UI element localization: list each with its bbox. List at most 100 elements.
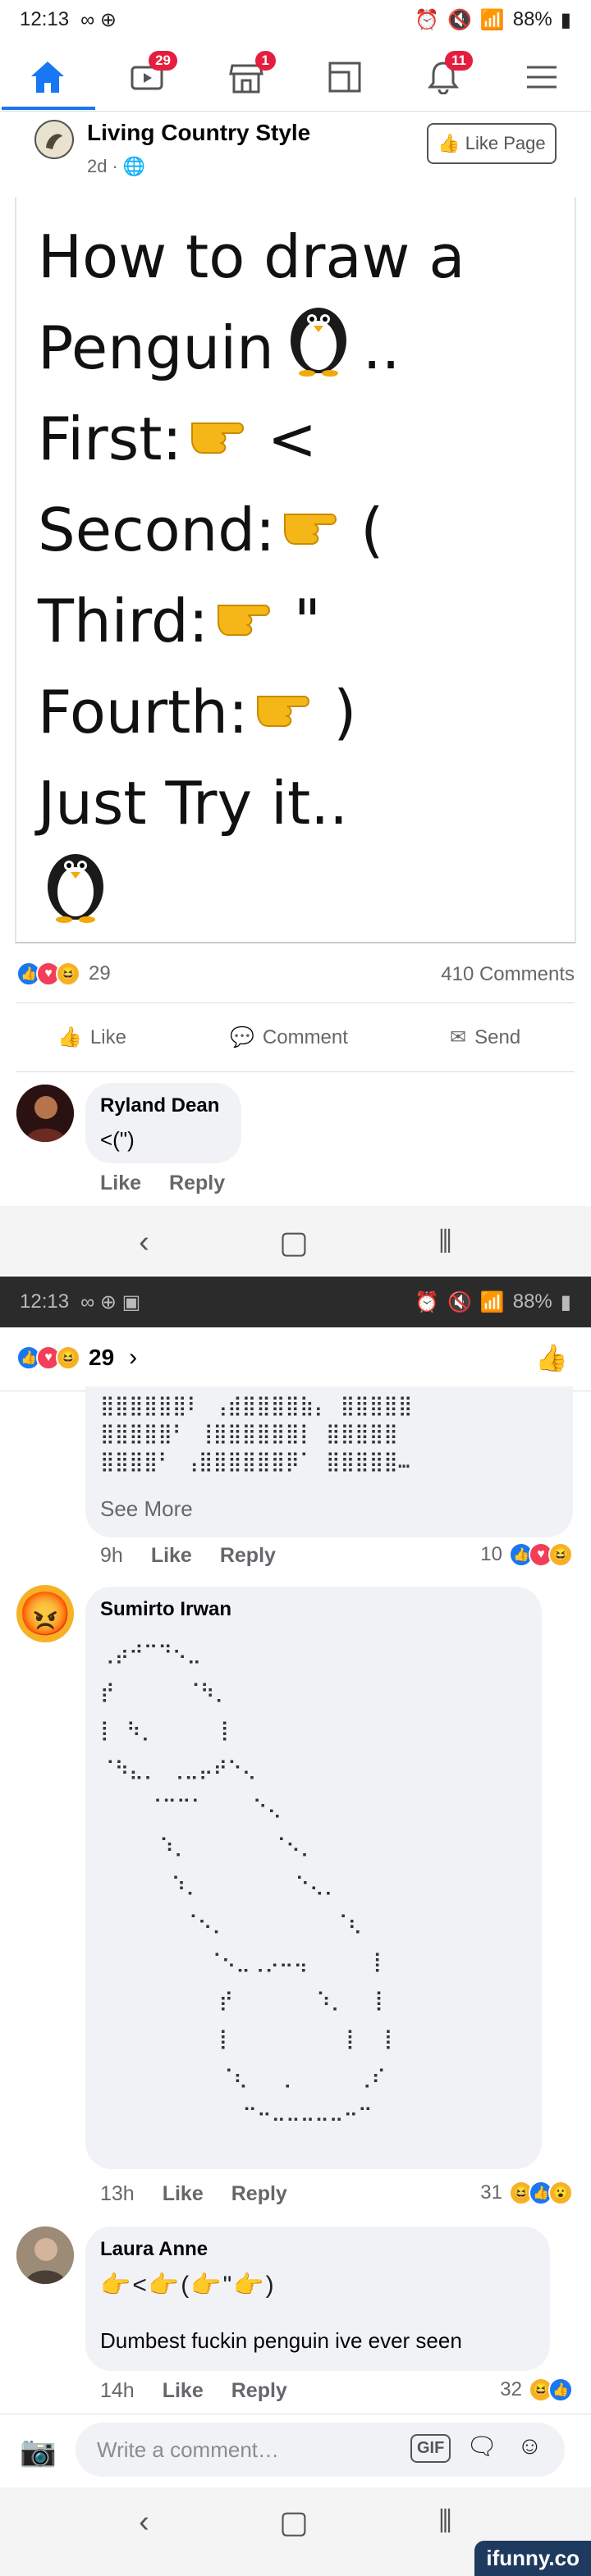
chevron-right-icon: ›	[129, 1344, 138, 1371]
messenger-icon: ✉	[450, 1026, 467, 1048]
battery-icon: ▮	[560, 1290, 571, 1313]
comment-actions: 13h Like Reply	[100, 2182, 287, 2206]
see-more-link[interactable]: See More	[100, 1496, 193, 1522]
post-time: 2d	[87, 156, 108, 176]
avatar[interactable]	[16, 1085, 74, 1142]
haha-reaction-icon: 😆	[56, 961, 80, 986]
gif-button[interactable]: GIF	[410, 2434, 451, 2463]
avatar[interactable]	[16, 2227, 74, 2284]
camera-icon[interactable]: 📷	[20, 2434, 57, 2469]
thumbs-up-icon[interactable]: 👍	[535, 1342, 568, 1373]
recents-icon[interactable]: ⦀	[438, 1225, 452, 1260]
back-icon[interactable]: ‹	[139, 2505, 149, 2540]
comment-reply-button[interactable]: Reply	[231, 2182, 287, 2206]
reaction-summary[interactable]: 👍 ♥ 😆 29 ›	[16, 1344, 137, 1372]
marketplace-tab[interactable]: 1	[222, 51, 276, 102]
comment-reactions[interactable]: 31 😆 👍 😮	[480, 2181, 573, 2205]
post-line-5: Third: "	[38, 576, 580, 667]
pointing-hand-icon: 👉	[190, 2272, 222, 2299]
comment-time: 14h	[100, 2379, 135, 2402]
user-photo-icon	[16, 1085, 74, 1142]
home-circle-icon[interactable]: ▢	[279, 2504, 309, 2541]
angry-face-icon: 😡	[18, 1590, 72, 1638]
post-line-7: Just Try it..	[38, 769, 348, 838]
page-name[interactable]: Living Country Style	[87, 120, 310, 146]
home-tab[interactable]	[23, 53, 72, 102]
status-icons-right: ⏰ 🔇 📶 88% ▮	[415, 8, 571, 32]
home-icon	[31, 62, 64, 93]
comment-actions: Like Reply	[100, 1172, 225, 1195]
pointing-hand-icon	[254, 667, 327, 758]
divider	[16, 1071, 575, 1072]
status-bar: 12:13 ∞ ⊕ ⏰ 🔇 📶 88% ▮	[0, 0, 591, 39]
wifi-icon: 📶	[479, 8, 505, 31]
avatar[interactable]: 😡	[16, 1585, 74, 1642]
battery-text: 88%	[512, 8, 552, 30]
comment-actions: 9h Like Reply	[100, 1544, 276, 1568]
recents-icon[interactable]: ⦀	[438, 2505, 452, 2540]
reaction-count: 29	[89, 1345, 115, 1370]
comment-author[interactable]: Sumirto Irwan	[100, 1598, 231, 1621]
emoji-icon[interactable]: ☺	[517, 2432, 543, 2460]
comment-input-placeholder: Write a comment…	[97, 2437, 280, 2462]
comment-author[interactable]: Ryland Dean	[100, 1094, 219, 1117]
comment-reactions[interactable]: 10 👍 ♥ 😆	[480, 1542, 573, 1567]
alarm-icon: ⏰	[415, 1290, 439, 1313]
notifications-badge: 11	[445, 51, 473, 71]
comment-button[interactable]: 💬 Comment	[230, 1025, 348, 1049]
menu-tab[interactable]	[517, 53, 566, 102]
post-line-1: How to draw a	[38, 222, 465, 291]
system-nav-buttons: ‹ ▢ ⦀	[0, 1209, 591, 1275]
post-header: Living Country Style 2d · 🌐 👍 Like Page	[0, 115, 591, 197]
comment-reply-button[interactable]: Reply	[231, 2379, 287, 2403]
home-circle-icon[interactable]: ▢	[279, 1224, 309, 1261]
comment-input[interactable]: Write a comment… GIF 🗨 ☺	[76, 2423, 565, 2477]
send-button[interactable]: ✉ Send	[450, 1025, 520, 1049]
comment-reactions[interactable]: 32 😆 👍	[500, 2377, 573, 2402]
post-line-2: Penguin ..	[38, 303, 580, 394]
sticker-icon[interactable]: 🗨	[466, 2432, 497, 2461]
like-page-button[interactable]: 👍 Like Page	[427, 123, 557, 164]
comment-bubble: Sumirto Irwan ⢀⡴⠚⠉⠙⠢⣀ ⡞ ⠈⠳⡀ ⡇ ⠳⡀ ⢸ ⠈⠳⣄⡀ …	[85, 1587, 542, 2169]
comment-bubble: ⣿⣿⣿⣿⣿⣿⠇ ⢠⣾⣿⣿⣿⣿⣷⡄ ⣿⣿⣿⣿⣿ ⣿⣿⣿⣿⣿⠃ ⢸⣿⣿⣿⣿⣿⣿⡇ ⣿…	[85, 1386, 573, 1537]
back-icon[interactable]: ‹	[139, 1225, 149, 1260]
comment-like-button[interactable]: Like	[151, 1544, 192, 1568]
post-line-4: Second: (	[38, 485, 580, 576]
post-text-image: How to draw a Penguin .. First: < Second…	[38, 212, 580, 940]
pointing-hand-icon	[189, 394, 261, 485]
comment-like-button[interactable]: Like	[163, 2379, 204, 2403]
reaction-summary[interactable]: 👍 ♥ 😆 29	[16, 961, 111, 986]
comment-like-button[interactable]: Like	[100, 1172, 141, 1195]
mute-icon: 🔇	[447, 1290, 472, 1313]
penguin-icon	[281, 295, 356, 402]
post-line-6: Fourth: )	[38, 667, 580, 758]
comment-author[interactable]: Laura Anne	[100, 2238, 208, 2261]
thumbs-up-icon: 👍	[57, 1026, 82, 1048]
status-time: 12:13	[20, 8, 70, 30]
pointing-hand-icon: 👉	[100, 2272, 131, 2299]
video-badge: 29	[149, 51, 177, 71]
notifications-tab[interactable]: 11	[419, 51, 473, 102]
comment-reaction-count: 32	[500, 2378, 522, 2400]
comment-reply-button[interactable]: Reply	[169, 1172, 225, 1195]
comment-like-button[interactable]: Like	[163, 2182, 204, 2206]
user-photo-icon	[16, 2227, 74, 2284]
comments-count[interactable]: 410 Comments	[441, 963, 575, 986]
pointing-hand-icon	[215, 576, 287, 667]
haha-reaction-icon: 😆	[56, 1345, 80, 1370]
groups-icon	[328, 62, 361, 93]
mute-icon: 🔇	[447, 8, 472, 31]
comments-header: 👍 ♥ 😆 29 › 👍	[0, 1327, 591, 1391]
comment-actions: 14h Like Reply	[100, 2379, 287, 2403]
status-icons-right: ⏰ 🔇 📶 88% ▮	[415, 1290, 571, 1314]
pointing-hand-icon: 👉	[148, 2272, 180, 2299]
like-button[interactable]: 👍 Like	[57, 1025, 126, 1049]
video-tab[interactable]: 29	[123, 51, 177, 102]
comment-emoji-drawing: 👉 < 👉( 👉 " 👉)	[100, 2271, 274, 2300]
page-avatar[interactable]	[34, 120, 74, 159]
groups-tab[interactable]	[320, 53, 369, 102]
hamburger-menu-icon	[527, 66, 557, 89]
comment-icon: 💬	[230, 1026, 254, 1048]
penguin-icon	[38, 841, 113, 948]
comment-reply-button[interactable]: Reply	[220, 1544, 276, 1568]
